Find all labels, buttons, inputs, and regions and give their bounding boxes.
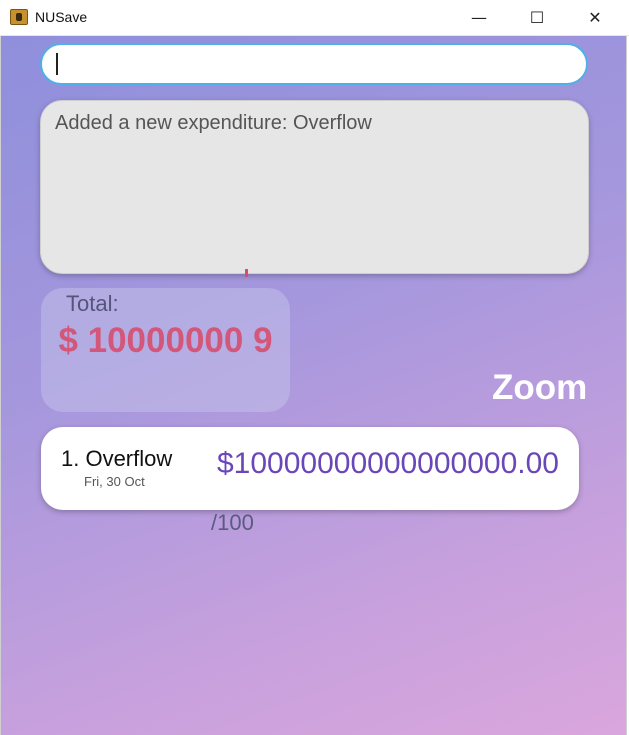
close-button[interactable]: ✕: [566, 0, 624, 35]
minimize-button[interactable]: —: [450, 0, 508, 35]
zoom-label[interactable]: Zoom: [492, 368, 587, 408]
total-value: $ 10000000 9: [58, 321, 273, 360]
window-title: NUSave: [35, 9, 88, 25]
total-panel: Total: $ 10000000 9: [41, 288, 290, 412]
address-book-icon: [10, 9, 28, 25]
result-message: Added a new expenditure: Overflow: [55, 112, 372, 134]
expenditure-name: 1. Overflow: [61, 446, 173, 471]
expenditure-amount: $10000000000000000.00: [216, 447, 559, 480]
overflow-fragment: [245, 269, 248, 277]
expenditure-date: Fri, 30 Oct: [84, 474, 145, 489]
result-display: Added a new expenditure: Overflow: [40, 100, 589, 274]
command-input[interactable]: [40, 43, 588, 85]
title-bar: NUSave — ☐ ✕: [0, 0, 629, 36]
text-caret: [56, 53, 58, 75]
maximize-button[interactable]: ☐: [508, 0, 566, 35]
budget-denominator: /100: [211, 510, 254, 535]
total-label: Total:: [66, 291, 119, 316]
expenditure-card[interactable]: 1. Overflow Fri, 30 Oct $100000000000000…: [41, 427, 579, 510]
main-panel: Added a new expenditure: Overflow Total:…: [0, 36, 627, 735]
